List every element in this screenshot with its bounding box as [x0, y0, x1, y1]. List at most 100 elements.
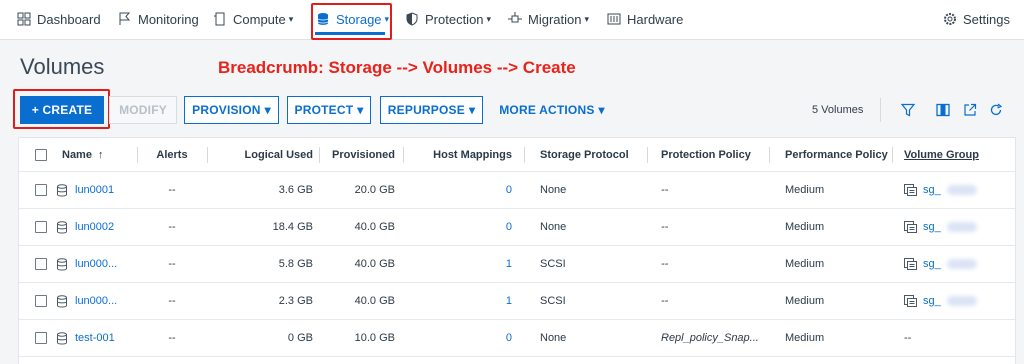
volume-name-link[interactable]: lun000... — [75, 295, 117, 307]
nav-hardware[interactable]: Hardware — [607, 0, 683, 38]
row-checkbox[interactable] — [35, 258, 47, 270]
volume-group-link[interactable]: sg_ — [923, 295, 941, 307]
dashboard-icon — [17, 12, 31, 26]
volume-name-link[interactable]: lun0001 — [75, 184, 114, 196]
table-row[interactable]: lun000... -- 2.3 GB 40.0 GB 1 SCSI -- Me… — [19, 283, 1015, 320]
table-header-row: Name ↑ Alerts Logical Used Provisioned H… — [19, 138, 1015, 172]
volume-name-link[interactable]: test-001 — [75, 332, 115, 344]
performance-policy-cell: Medium — [785, 258, 825, 270]
column-separator — [524, 147, 525, 163]
toolbar-divider — [880, 98, 881, 122]
redacted-text — [946, 185, 977, 195]
nav-dashboard[interactable]: Dashboard — [17, 0, 101, 38]
storage-protocol-cell: None — [540, 221, 567, 233]
protection-policy-cell: Repl_policy_Snap... — [661, 332, 759, 344]
logical-used-cell: 5.8 GB — [278, 258, 313, 270]
column-header-alerts[interactable]: Alerts — [137, 138, 207, 171]
volume-group-icon — [904, 295, 917, 307]
provisioned-cell: 40.0 GB — [354, 258, 395, 270]
column-header-protection-policy[interactable]: Protection Policy — [661, 138, 751, 171]
volume-group-link[interactable]: sg_ — [923, 221, 941, 233]
migration-icon — [508, 12, 522, 23]
nav-settings[interactable]: Settings — [943, 0, 1010, 38]
column-header-name[interactable]: Name ↑ — [62, 138, 103, 171]
nav-monitoring-label: Monitoring — [138, 11, 199, 27]
filter-icon[interactable] — [901, 103, 915, 117]
volume-group-link[interactable]: sg_ — [923, 184, 941, 196]
column-header-logical-used[interactable]: Logical Used — [207, 138, 313, 171]
table-row[interactable]: lun000... -- 5.8 GB 40.0 GB 1 SCSI -- Me… — [19, 246, 1015, 283]
provisioned-cell: 10.0 GB — [354, 332, 395, 344]
modify-button-label: MODIFY — [119, 103, 167, 117]
column-header-name-label: Name — [62, 148, 92, 161]
columns-icon[interactable] — [936, 103, 950, 117]
row-checkbox[interactable] — [35, 184, 47, 196]
volume-group-icon — [904, 184, 917, 196]
volume-group-cell: sg_ — [904, 246, 977, 282]
provisioned-cell: 40.0 GB — [354, 295, 395, 307]
redacted-text — [946, 259, 977, 269]
column-header-volume-group[interactable]: Volume Group — [904, 138, 979, 171]
host-mappings-link[interactable]: 0 — [403, 172, 512, 208]
provisioned-cell: 20.0 GB — [354, 184, 395, 196]
chevron-down-icon: ▾ — [264, 103, 271, 117]
host-mappings-link[interactable]: 0 — [403, 209, 512, 245]
volume-name-link[interactable]: lun0002 — [75, 221, 114, 233]
redacted-text — [946, 222, 977, 232]
select-all-checkbox[interactable] — [35, 149, 47, 161]
volume-name-link[interactable]: lun000... — [75, 258, 117, 270]
volume-name-cell: lun0001 — [56, 172, 114, 208]
table-row[interactable]: lun0001 -- 3.6 GB 20.0 GB 0 None -- Medi… — [19, 172, 1015, 209]
chevron-down-icon: ▾ — [486, 13, 492, 24]
nav-protection[interactable]: Protection ▾ — [405, 0, 491, 38]
nav-compute[interactable]: Compute ▾ — [213, 0, 293, 38]
host-mappings-link[interactable]: 1 — [403, 246, 512, 282]
monitoring-flag-icon — [119, 12, 131, 25]
highlight-box-storage — [311, 3, 392, 40]
protect-button-label: PROTECT — [294, 103, 354, 117]
hardware-icon — [607, 13, 621, 25]
logical-used-cell: 0 GB — [287, 332, 313, 344]
column-header-storage-protocol[interactable]: Storage Protocol — [540, 138, 629, 171]
volume-name-cell: lun000... — [56, 283, 117, 319]
repurpose-button-label: REPURPOSE — [387, 103, 465, 117]
compute-icon — [214, 12, 225, 26]
row-checkbox[interactable] — [35, 221, 47, 233]
table-row[interactable]: test-001 -- 0 GB 10.0 GB 0 None Repl_pol… — [19, 320, 1015, 357]
refresh-icon[interactable] — [989, 103, 1003, 117]
volume-group-link[interactable]: sg_ — [923, 258, 941, 270]
volume-icon — [57, 331, 67, 344]
alerts-cell: -- — [168, 258, 176, 270]
page-title: Volumes — [20, 54, 105, 79]
highlight-box-create — [13, 89, 110, 129]
gear-icon — [944, 13, 956, 25]
provision-button-label: PROVISION — [192, 103, 261, 117]
host-mappings-link[interactable]: 1 — [403, 283, 512, 319]
volumes-table: Name ↑ Alerts Logical Used Provisioned H… — [18, 137, 1016, 364]
nav-migration[interactable]: Migration ▾ — [508, 0, 589, 38]
column-header-performance-policy[interactable]: Performance Policy — [785, 138, 888, 171]
performance-policy-cell: Medium — [785, 332, 825, 344]
volume-icon — [57, 257, 67, 270]
alerts-cell: -- — [168, 295, 176, 307]
host-mappings-link[interactable]: 0 — [403, 320, 512, 356]
table-row[interactable]: lun0002 -- 18.4 GB 40.0 GB 0 None -- Med… — [19, 209, 1015, 246]
modify-button[interactable]: MODIFY — [109, 96, 177, 124]
column-header-provisioned[interactable]: Provisioned — [319, 138, 395, 171]
protection-policy-cell: -- — [661, 258, 669, 270]
column-separator — [892, 147, 893, 163]
column-header-host-mappings[interactable]: Host Mappings — [403, 138, 512, 171]
protection-policy-cell: -- — [661, 184, 669, 196]
row-checkbox[interactable] — [35, 332, 47, 344]
row-checkbox[interactable] — [35, 295, 47, 307]
nav-monitoring[interactable]: Monitoring — [118, 0, 199, 38]
protect-button[interactable]: PROTECT ▾ — [287, 96, 371, 124]
volume-icon — [57, 294, 67, 307]
more-actions-button[interactable]: MORE ACTIONS ▾ — [494, 96, 610, 124]
export-icon[interactable] — [963, 103, 977, 117]
redacted-text — [946, 296, 977, 306]
provision-button[interactable]: PROVISION ▾ — [184, 96, 279, 124]
volume-icon — [57, 220, 67, 233]
chevron-down-icon: ▾ — [357, 103, 364, 117]
repurpose-button[interactable]: REPURPOSE ▾ — [380, 96, 483, 124]
